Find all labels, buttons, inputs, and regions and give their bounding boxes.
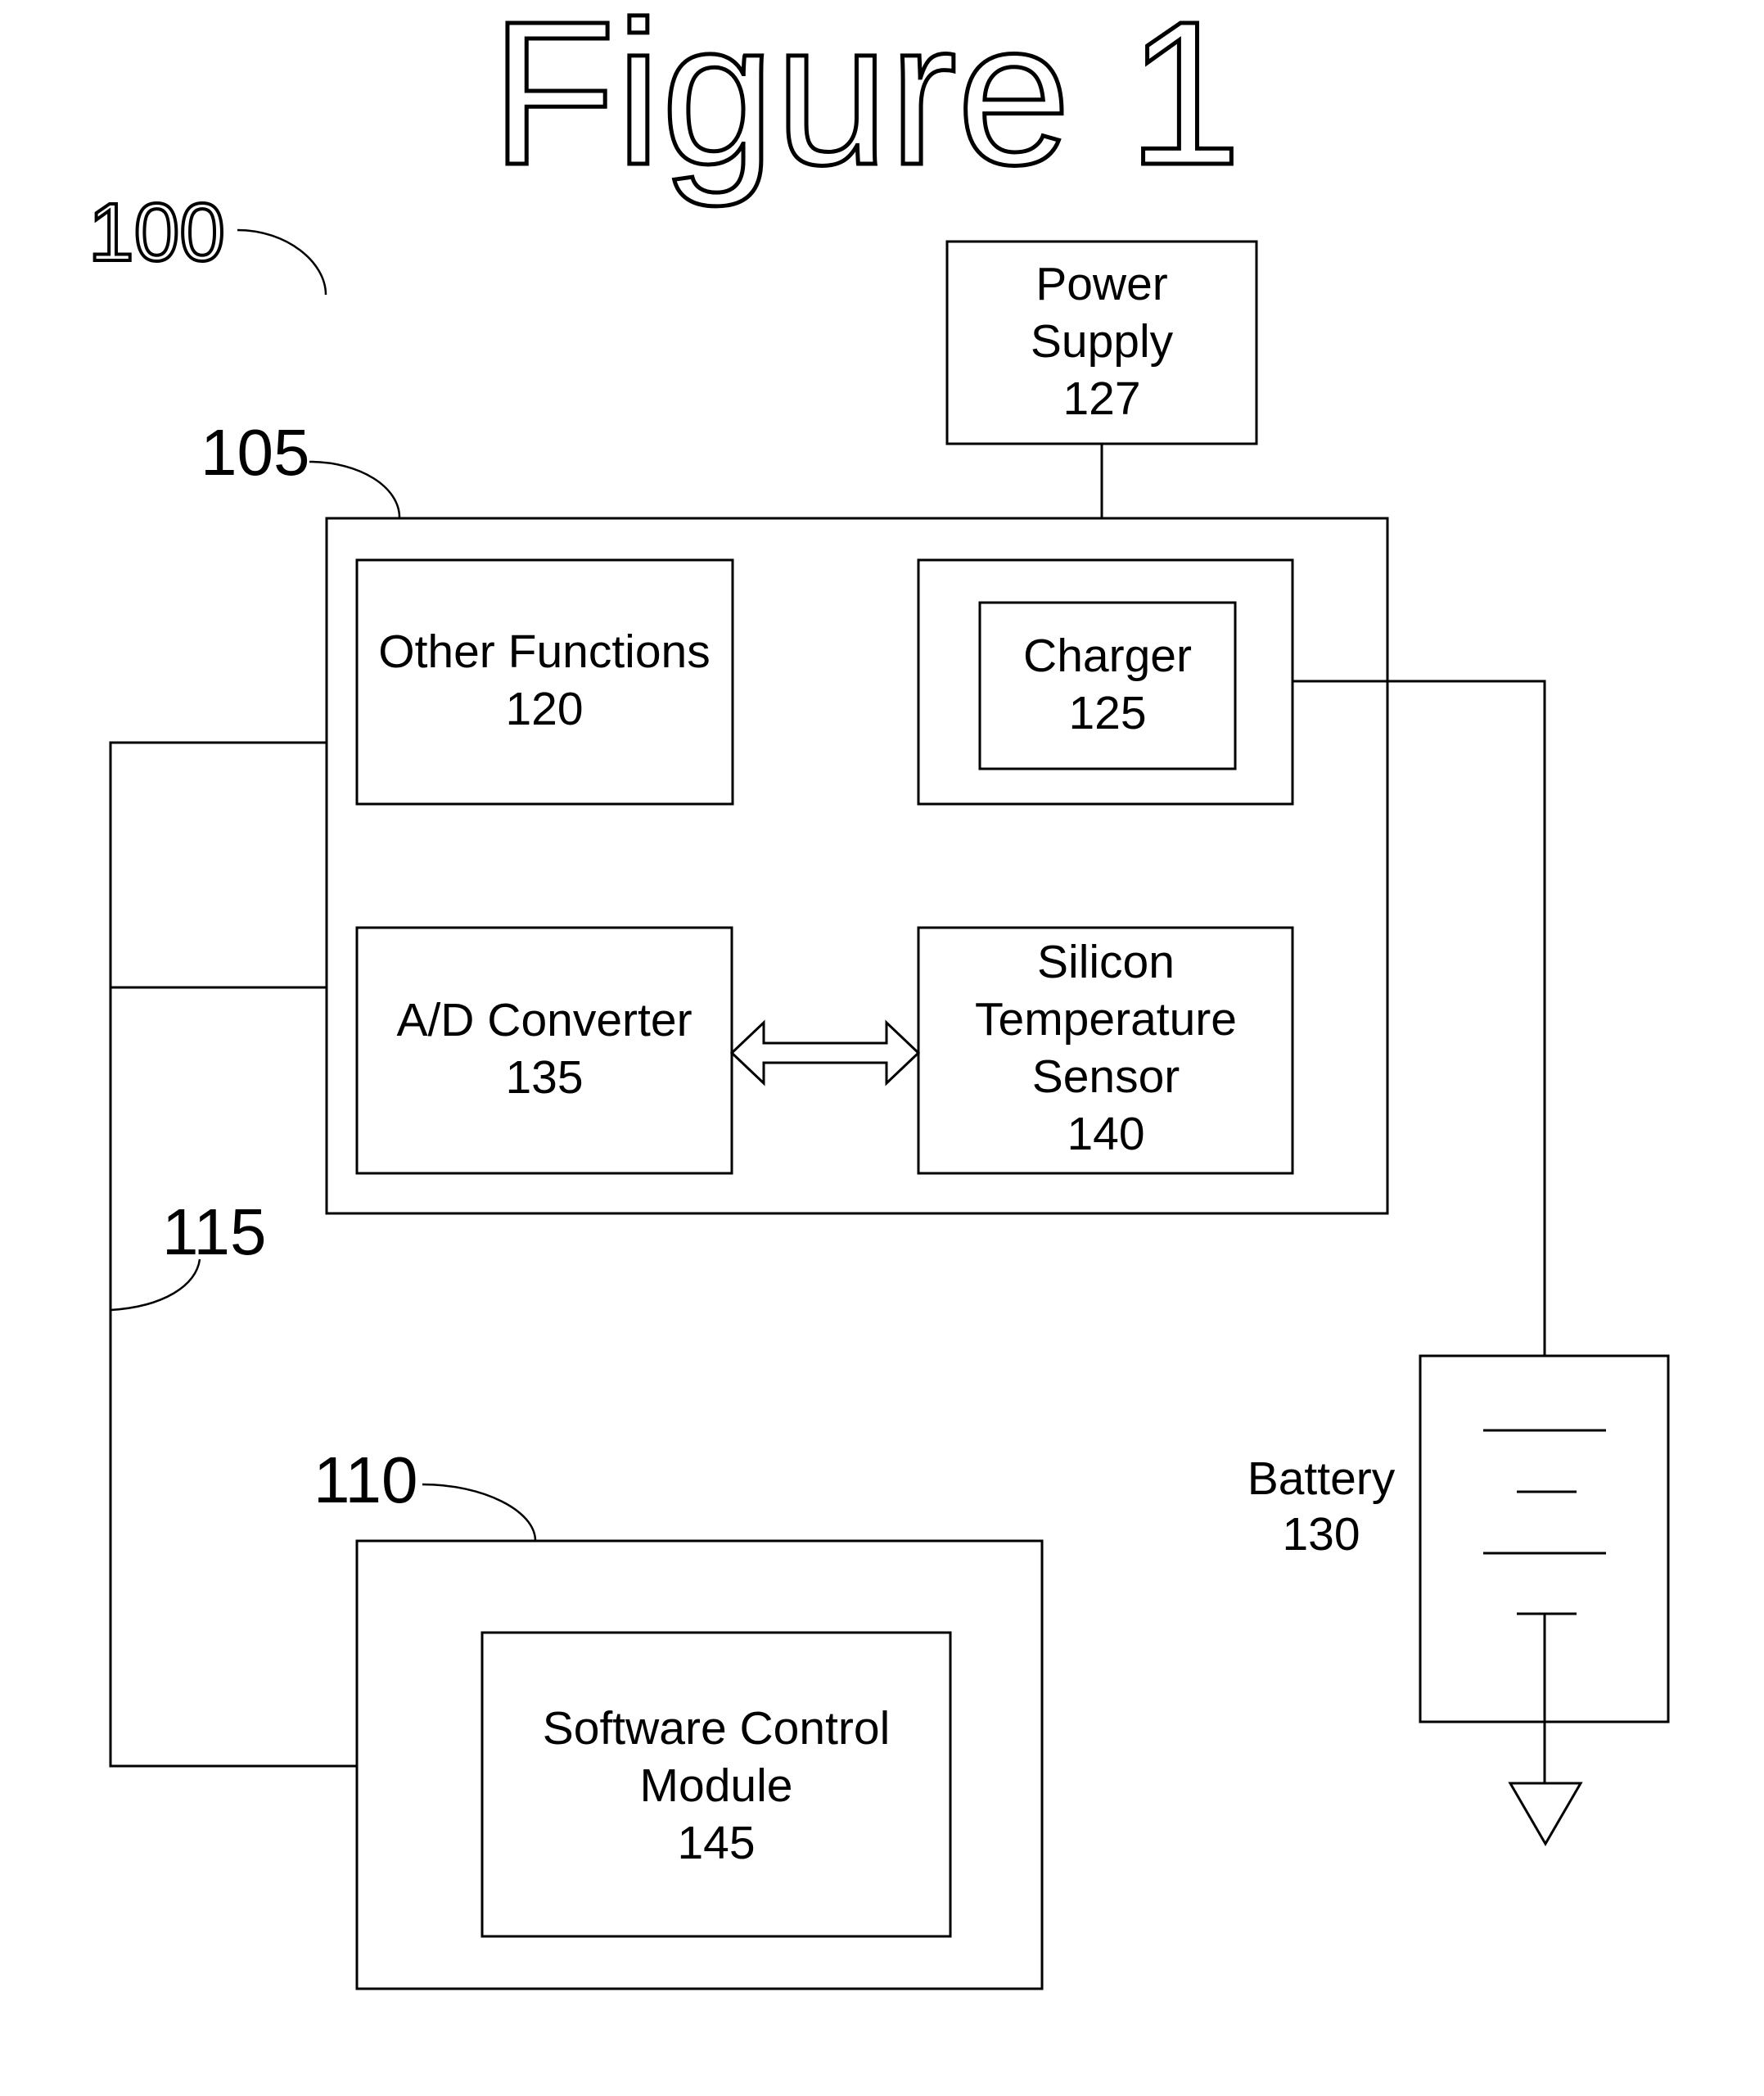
sensor-label-line1: Silicon: [1037, 936, 1175, 988]
other-functions-label-line2: 120: [505, 683, 583, 735]
ad-converter-box: [355, 926, 733, 1175]
charger-label-line2: 125: [1068, 687, 1146, 739]
software-control-label-line1: Software Control: [543, 1702, 891, 1755]
sensor-label-line3: Sensor: [1032, 1050, 1180, 1103]
ad-converter-label-line1: A/D Converter: [396, 994, 692, 1046]
battery-label-line2: 130: [1282, 1508, 1360, 1561]
ref-label-115: 115: [162, 1195, 267, 1268]
charger-block: Charger 125: [917, 558, 1294, 806]
power-supply-label-line2: Supply: [1031, 315, 1174, 368]
charger-battery-wire: [1293, 680, 1546, 1356]
ad-converter-label-line2: 135: [505, 1051, 583, 1104]
leader-line-105: [309, 460, 401, 518]
other-functions-box: [355, 558, 734, 806]
software-control-block: Software Control Module 145: [480, 1631, 952, 1938]
battery-block: Battery 130: [1247, 1354, 1670, 1846]
leader-line-110: [422, 1483, 537, 1542]
battery-cell-icon: [1483, 1429, 1606, 1615]
ref-label-105: 105: [201, 416, 309, 489]
temperature-sensor-block: Silicon Temperature Sensor 140: [917, 926, 1294, 1175]
charger-label-line1: Charger: [1023, 630, 1192, 682]
sensor-label-line2: Temperature: [975, 993, 1237, 1046]
power-supply-block: Power Supply 127: [945, 240, 1258, 445]
hardware-module-box: [325, 517, 1389, 1215]
ground-icon: [1508, 1782, 1583, 1846]
ref-label-110: 110: [314, 1443, 418, 1516]
power-supply-label-line1: Power: [1035, 258, 1168, 310]
power-supply-label-line3: 127: [1062, 373, 1140, 425]
charger-inner-box: [978, 601, 1237, 770]
software-control-label-line3: 145: [677, 1817, 755, 1869]
software-control-label-line2: Module: [640, 1759, 793, 1812]
bidirectional-arrow-icon: [729, 1019, 921, 1086]
ad-converter-block: A/D Converter 135: [355, 926, 733, 1175]
figure-title: Figure 1: [490, 0, 1241, 207]
other-functions-label-line1: Other Functions: [378, 626, 711, 678]
leader-line-100: [237, 228, 327, 296]
other-functions-block: Other Functions 120: [355, 558, 734, 806]
sensor-label-line4: 140: [1067, 1108, 1144, 1160]
ref-label-100: 100: [88, 187, 225, 278]
battery-label-line1: Battery: [1247, 1452, 1396, 1505]
block-diagram: Figure 1 100 105 Power Supply 127 Other …: [87, 0, 1670, 1990]
